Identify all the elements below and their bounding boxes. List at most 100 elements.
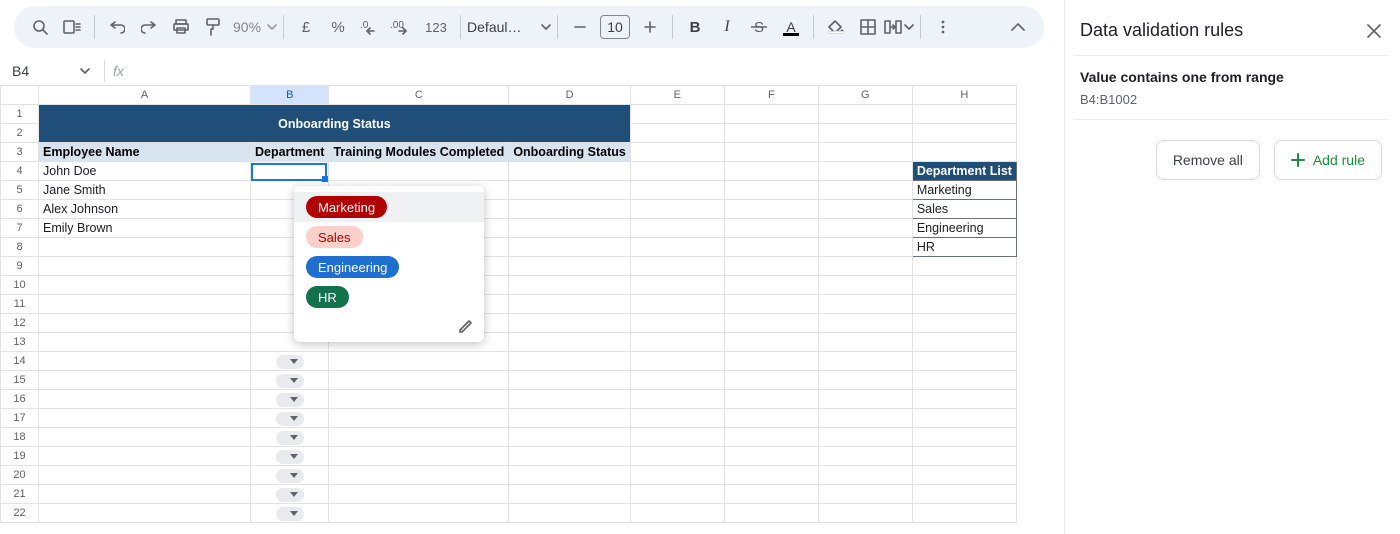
dropdown-cell[interactable] bbox=[251, 485, 329, 504]
dropdown-cell[interactable] bbox=[251, 466, 329, 485]
font-family-dropdown[interactable]: Defaul… bbox=[467, 19, 551, 35]
row-header[interactable]: 7 bbox=[1, 219, 39, 238]
close-icon[interactable] bbox=[1366, 23, 1382, 39]
dropdown-option[interactable]: Engineering bbox=[294, 252, 484, 282]
cell[interactable]: Sales bbox=[912, 200, 1016, 219]
row-header[interactable]: 1 bbox=[1, 105, 39, 124]
more-formats-button[interactable]: 123 bbox=[420, 13, 452, 41]
row-header[interactable]: 10 bbox=[1, 276, 39, 295]
pencil-icon bbox=[458, 318, 474, 334]
zoom-dropdown[interactable]: 90% bbox=[229, 19, 277, 35]
select-all-cell[interactable] bbox=[1, 86, 39, 105]
increase-font-size-button[interactable] bbox=[636, 13, 664, 41]
table-header[interactable]: Onboarding Status bbox=[509, 143, 631, 162]
dropdown-cell[interactable] bbox=[251, 409, 329, 428]
borders-button[interactable] bbox=[854, 13, 882, 41]
dropdown-option[interactable]: HR bbox=[294, 282, 484, 312]
row-header[interactable]: 13 bbox=[1, 333, 39, 352]
spreadsheet-grid[interactable]: A B C D E F G H 1 Onboarding Status 2 3 … bbox=[0, 85, 1060, 523]
decrease-font-size-button[interactable] bbox=[566, 13, 594, 41]
cell[interactable]: Jane Smith bbox=[39, 181, 251, 200]
name-box[interactable]: B4 bbox=[6, 63, 90, 79]
row-header[interactable]: 11 bbox=[1, 295, 39, 314]
row-header[interactable]: 8 bbox=[1, 238, 39, 257]
toolbar: 90% £ % .0 .00 123 Defaul… 10 B I S A bbox=[14, 6, 1044, 48]
table-header[interactable]: Employee Name bbox=[39, 143, 251, 162]
cell[interactable]: Alex Johnson bbox=[39, 200, 251, 219]
panel-divider bbox=[1064, 0, 1065, 534]
collapse-toolbar-icon[interactable] bbox=[1004, 13, 1032, 41]
row-header[interactable]: 17 bbox=[1, 409, 39, 428]
cell[interactable]: Engineering bbox=[912, 219, 1016, 238]
menus-icon[interactable] bbox=[58, 13, 86, 41]
more-icon[interactable] bbox=[929, 13, 957, 41]
search-icon[interactable] bbox=[26, 13, 54, 41]
dropdown-option[interactable]: Sales bbox=[294, 222, 484, 252]
row-header[interactable]: 19 bbox=[1, 447, 39, 466]
redo-icon[interactable] bbox=[135, 13, 163, 41]
col-header[interactable]: H bbox=[912, 86, 1016, 105]
row-header[interactable]: 4 bbox=[1, 162, 39, 181]
chevron-down-icon bbox=[80, 66, 90, 76]
row-header[interactable]: 5 bbox=[1, 181, 39, 200]
undo-icon[interactable] bbox=[103, 13, 131, 41]
row-header[interactable]: 16 bbox=[1, 390, 39, 409]
cell[interactable]: John Doe bbox=[39, 162, 251, 181]
col-header[interactable]: F bbox=[724, 86, 818, 105]
dropdown-edit-button[interactable] bbox=[294, 312, 484, 338]
currency-button[interactable]: £ bbox=[292, 13, 320, 41]
bold-button[interactable]: B bbox=[681, 13, 709, 41]
dropdown-option[interactable]: Marketing bbox=[294, 192, 484, 222]
row-header[interactable]: 14 bbox=[1, 352, 39, 371]
paint-format-icon[interactable] bbox=[199, 13, 227, 41]
dropdown-cell[interactable] bbox=[251, 390, 329, 409]
dropdown-cell[interactable] bbox=[251, 447, 329, 466]
font-size-input[interactable]: 10 bbox=[600, 15, 630, 39]
dropdown-panel: Marketing Sales Engineering HR bbox=[294, 186, 484, 342]
italic-button[interactable]: I bbox=[713, 13, 741, 41]
row-header[interactable]: 20 bbox=[1, 466, 39, 485]
col-header[interactable]: C bbox=[329, 86, 509, 105]
fill-color-button[interactable] bbox=[822, 13, 850, 41]
row-header[interactable]: 9 bbox=[1, 257, 39, 276]
row-header[interactable]: 2 bbox=[1, 124, 39, 143]
col-header[interactable]: A bbox=[39, 86, 251, 105]
dropdown-cell[interactable] bbox=[251, 371, 329, 390]
merge-cells-button[interactable] bbox=[884, 20, 914, 34]
zoom-value: 90% bbox=[229, 19, 265, 35]
cell-active[interactable] bbox=[251, 162, 329, 181]
add-rule-label: Add rule bbox=[1313, 152, 1365, 168]
row-header[interactable]: 6 bbox=[1, 200, 39, 219]
strikethrough-button[interactable]: S bbox=[745, 13, 773, 41]
dropdown-cell[interactable] bbox=[251, 352, 329, 371]
table-header[interactable]: Training Modules Completed bbox=[329, 143, 509, 162]
dropdown-cell[interactable] bbox=[251, 504, 329, 523]
col-header[interactable]: D bbox=[509, 86, 631, 105]
add-rule-button[interactable]: Add rule bbox=[1274, 140, 1382, 180]
fx-icon: fx bbox=[113, 63, 124, 79]
title-cell[interactable]: Onboarding Status bbox=[39, 105, 631, 143]
row-header[interactable]: 12 bbox=[1, 314, 39, 333]
remove-all-button[interactable]: Remove all bbox=[1156, 140, 1260, 180]
cell[interactable]: HR bbox=[912, 238, 1016, 257]
row-header[interactable]: 21 bbox=[1, 485, 39, 504]
percent-button[interactable]: % bbox=[324, 13, 352, 41]
validation-rule-card[interactable]: Value contains one from range B4:B1002 bbox=[1074, 55, 1388, 120]
text-color-button[interactable]: A bbox=[777, 13, 805, 41]
decrease-decimal-button[interactable]: .0 bbox=[356, 13, 384, 41]
cell[interactable]: Marketing bbox=[912, 181, 1016, 200]
print-icon[interactable] bbox=[167, 13, 195, 41]
row-header[interactable]: 15 bbox=[1, 371, 39, 390]
row-header[interactable]: 22 bbox=[1, 504, 39, 523]
dept-list-header[interactable]: Department List bbox=[912, 162, 1016, 181]
col-header[interactable]: G bbox=[818, 86, 912, 105]
increase-decimal-button[interactable]: .00 bbox=[388, 13, 416, 41]
table-header[interactable]: Department bbox=[251, 143, 329, 162]
row-header[interactable]: 18 bbox=[1, 428, 39, 447]
row-header[interactable]: 3 bbox=[1, 143, 39, 162]
col-header[interactable]: E bbox=[630, 86, 724, 105]
dropdown-cell[interactable] bbox=[251, 428, 329, 447]
col-header[interactable]: B bbox=[251, 86, 329, 105]
cell[interactable]: Emily Brown bbox=[39, 219, 251, 238]
chevron-down-icon bbox=[904, 22, 914, 32]
